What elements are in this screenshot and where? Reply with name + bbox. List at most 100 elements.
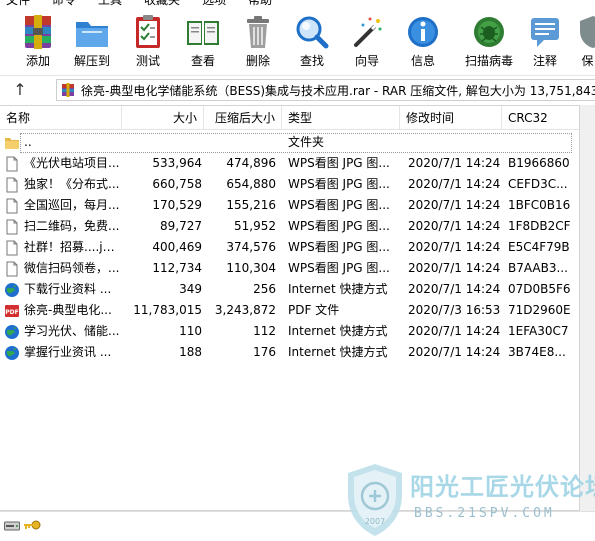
file-modified-cell: 2020/7/1 14:24 <box>408 345 501 359</box>
file-name-cell: 全国巡回，每月... <box>4 195 120 216</box>
table-row[interactable]: 掌握行业资讯 ... 188 176 Internet 快捷方式 2020/7/1 14… <box>0 342 579 363</box>
file-list[interactable]: 名称 大小 压缩后大小 类型 修改时间 CRC32 .. 文件夹 《光伏电站项目… <box>0 105 580 511</box>
file-type-cell: Internet 快捷方式 <box>288 282 388 296</box>
view-book-icon <box>187 21 219 45</box>
file-packed-cell: 110,304 <box>226 261 276 275</box>
parent-folder-row[interactable]: .. 文件夹 <box>0 132 579 153</box>
file-type-cell: WPS看图 JPG 图... <box>288 177 390 191</box>
protect-label: 保 <box>581 54 594 68</box>
globe-icon <box>5 345 19 360</box>
file-name-cell: 社群！招募....jp... <box>4 237 120 258</box>
file-name-cell: 微信扫码领卷，... <box>4 258 120 279</box>
extract-folder-icon <box>76 22 108 47</box>
info-icon <box>408 17 438 47</box>
file-name-cell: 《光伏电站项目... <box>4 153 120 174</box>
file-packed-cell: 51,952 <box>234 219 276 233</box>
file-type-cell: Internet 快捷方式 <box>288 345 388 359</box>
file-size-cell: 400,469 <box>152 240 202 254</box>
file-size-cell: 112,734 <box>152 261 202 275</box>
forum-watermark: 2007 阳光工匠光伏论坛 BBS.21SPV.COM <box>344 462 595 540</box>
add-label: 添加 <box>25 54 50 68</box>
menu-tools[interactable]: 工具 <box>98 0 122 9</box>
watermark-year: 2007 <box>365 517 385 526</box>
magnifier-icon <box>296 16 329 49</box>
table-row[interactable]: 学习光伏、储能... 110 112 Internet 快捷方式 2020/7/1 14… <box>0 321 579 342</box>
comment-button[interactable]: 注释 <box>522 9 568 71</box>
extract-to-button[interactable]: 解压到 <box>69 9 115 71</box>
file-name-cell: 扫二维码，免费... <box>4 216 120 237</box>
scan-virus-button[interactable]: 扫描病毒 <box>461 9 517 71</box>
globe-icon <box>5 324 19 339</box>
file-type-cell: WPS看图 JPG 图... <box>288 261 390 275</box>
find-button[interactable]: 查找 <box>289 9 335 71</box>
file-crc-cell: 3B74E8... <box>508 345 566 359</box>
file-name: 徐亮-典型电化... <box>24 303 112 317</box>
menu-favorites[interactable]: 收藏夹 <box>144 0 180 9</box>
column-packed[interactable]: 压缩后大小 <box>204 106 282 130</box>
file-crc-cell: 1F8DB2CF <box>508 219 571 233</box>
menu-options[interactable]: 选项 <box>202 0 226 9</box>
file-name: 下载行业资料 ... <box>24 282 112 296</box>
file-packed-cell: 155,216 <box>226 198 276 212</box>
file-crc-cell: B7AAB3... <box>508 261 568 275</box>
scrollbar-track[interactable] <box>580 105 595 511</box>
file-size-cell: 188 <box>179 345 202 359</box>
column-header-row: 名称 大小 压缩后大小 类型 修改时间 CRC32 <box>0 106 579 130</box>
jpg-file-icon <box>6 198 18 213</box>
file-packed-cell: 474,896 <box>226 156 276 170</box>
test-label: 测试 <box>135 54 160 68</box>
table-row[interactable]: 微信扫码领卷，... 112,734 110,304 WPS看图 JPG 图... 20… <box>0 258 579 279</box>
file-size-cell: 660,758 <box>152 177 202 191</box>
file-type-cell: WPS看图 JPG 图... <box>288 156 390 170</box>
menu-commands[interactable]: 命令 <box>52 0 76 9</box>
table-row[interactable]: 全国巡回，每月... 170,529 155,216 WPS看图 JPG 图... 20… <box>0 195 579 216</box>
file-packed-cell: 654,880 <box>226 177 276 191</box>
info-label: 信息 <box>410 54 435 68</box>
wizard-button[interactable]: 向导 <box>344 9 390 71</box>
file-modified-cell: 2020/7/1 14:24 <box>408 282 501 296</box>
file-name-cell: 学习光伏、储能... <box>4 321 120 342</box>
table-row[interactable]: 下载行业资料 ... 349 256 Internet 快捷方式 2020/7/1 14… <box>0 279 579 300</box>
column-crc32[interactable]: CRC32 <box>502 106 579 130</box>
test-button[interactable]: 测试 <box>125 9 171 71</box>
info-button[interactable]: 信息 <box>400 9 446 71</box>
table-row[interactable]: 《光伏电站项目... 533,964 474,896 WPS看图 JPG 图... 20… <box>0 153 579 174</box>
file-name: 独家！《分布式... <box>24 177 120 191</box>
file-modified-cell: 2020/7/1 14:24 <box>408 219 501 233</box>
drive-icon[interactable] <box>4 520 20 532</box>
menu-help[interactable]: 帮助 <box>248 0 272 9</box>
comment-label: 注释 <box>532 54 557 68</box>
menu-file[interactable]: 文件 <box>6 0 30 9</box>
column-type[interactable]: 类型 <box>282 106 400 130</box>
jpg-file-icon <box>6 261 18 276</box>
column-modified[interactable]: 修改时间 <box>400 106 502 130</box>
column-name[interactable]: 名称 <box>0 106 122 130</box>
archive-path-field[interactable]: 徐亮-典型电化学储能系统（BESS)集成与技术应用.rar - RAR 压缩文件… <box>56 79 595 101</box>
jpg-file-icon <box>6 177 18 192</box>
column-size[interactable]: 大小 <box>122 106 204 130</box>
watermark-logo-icon: 2007 <box>348 464 402 536</box>
globe-icon <box>5 282 19 297</box>
table-row[interactable]: 独家！《分布式... 660,758 654,880 WPS看图 JPG 图... 20… <box>0 174 579 195</box>
up-arrow-icon[interactable]: ↑ <box>10 80 30 100</box>
file-type-cell: Internet 快捷方式 <box>288 324 388 338</box>
key-icon[interactable] <box>23 519 41 531</box>
delete-button[interactable]: 删除 <box>235 9 281 71</box>
archive-path-text: 徐亮-典型电化学储能系统（BESS)集成与技术应用.rar - RAR 压缩文件… <box>81 83 595 98</box>
table-row[interactable]: 社群！招募....jp... 400,469 374,576 WPS看图 JPG 图.… <box>0 237 579 258</box>
file-packed-cell: 256 <box>253 282 276 296</box>
parent-folder-name: .. <box>24 135 32 149</box>
protect-button[interactable]: 保 <box>574 9 595 71</box>
add-button[interactable]: 添加 <box>15 9 61 71</box>
view-button[interactable]: 查看 <box>180 9 226 71</box>
file-packed-cell: 3,243,872 <box>214 303 276 317</box>
menu-bar: 文件 命令 工具 收藏夹 选项 帮助 <box>0 0 595 9</box>
table-row[interactable]: PDF 徐亮-典型电化... 11,783,015 3,243,872 PDF 文件 20… <box>0 300 579 321</box>
file-crc-cell: 71D2960E <box>508 303 571 317</box>
file-size-cell: 533,964 <box>152 156 202 170</box>
file-type-cell: PDF 文件 <box>288 303 340 317</box>
table-row[interactable]: 扫二维码，免费... 89,727 51,952 WPS看图 JPG 图... 2020… <box>0 216 579 237</box>
pdf-file-icon: PDF <box>5 304 19 317</box>
file-name: 扫二维码，免费... <box>24 219 120 233</box>
file-modified-cell: 2020/7/1 14:24 <box>408 198 501 212</box>
